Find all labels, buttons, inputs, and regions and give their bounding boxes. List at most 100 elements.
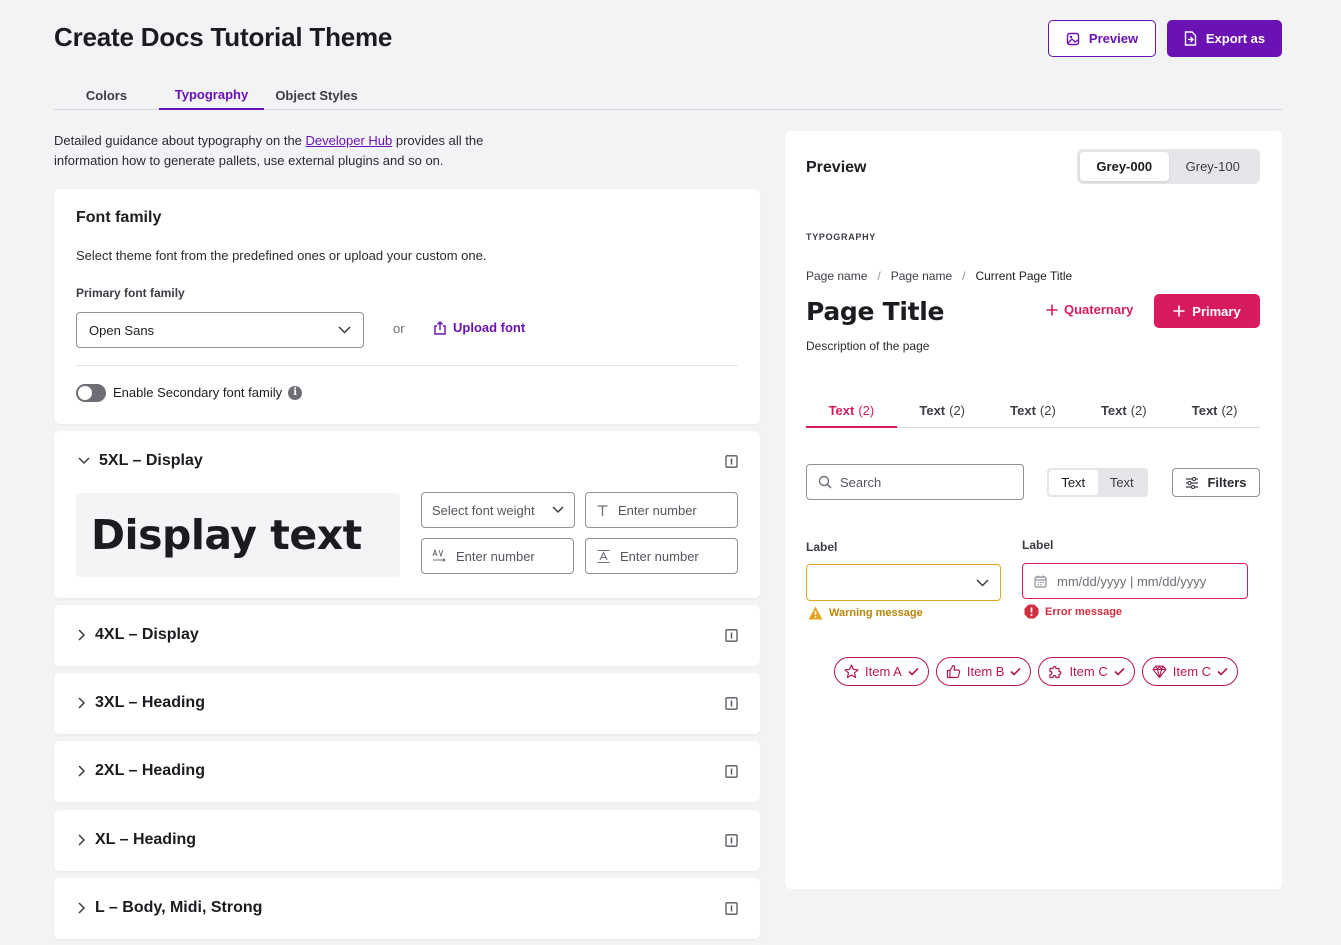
chevron-right-icon (78, 697, 86, 709)
font-size-input[interactable]: Enter number (585, 492, 738, 528)
tab-colors[interactable]: Colors (74, 80, 139, 110)
breadcrumb-item[interactable]: Page name (806, 269, 867, 283)
field-label: Label (806, 540, 838, 554)
section-title: 3XL – Heading (95, 694, 205, 711)
primary-font-select[interactable]: Open Sans (76, 312, 364, 348)
letter-spacing-icon (432, 548, 446, 562)
book-icon[interactable] (725, 455, 738, 468)
calendar-icon (1034, 575, 1047, 588)
chevron-right-icon (78, 902, 86, 914)
thumbs-up-icon (946, 664, 961, 679)
book-icon[interactable] (725, 834, 738, 847)
section-3xl-heading: 3XL – Heading (54, 673, 760, 734)
preview-text-toggle: Text Text (1047, 468, 1148, 497)
section-3xl-header[interactable]: 3XL – Heading (78, 694, 205, 712)
tab-typography[interactable]: Typography (159, 80, 264, 110)
error-message: Error message (1024, 604, 1122, 619)
section-title: 2XL – Heading (95, 762, 205, 779)
intro-text: Detailed guidance about typography on th… (54, 133, 484, 168)
line-height-input[interactable]: Enter number (585, 538, 738, 574)
letter-spacing-input[interactable]: Enter number (421, 538, 574, 574)
date-range-input[interactable]: mm/dd/yyyy | mm/dd/yyyy (1022, 563, 1248, 599)
preview-tab[interactable]: Text (2) (1078, 394, 1169, 427)
toggle-option[interactable]: Text (1049, 470, 1098, 495)
preview-button[interactable]: Preview (1048, 20, 1156, 57)
font-family-card: Font family Select theme font from the p… (54, 189, 760, 424)
book-icon[interactable] (725, 765, 738, 778)
section-5xl-display: 5XL – Display Display text Select font w… (54, 431, 760, 598)
background-switch: Grey-000 Grey-100 (1077, 149, 1260, 184)
secondary-font-toggle[interactable] (76, 384, 106, 402)
section-xl-header[interactable]: XL – Heading (78, 831, 196, 849)
display-sample-text: Display text (91, 511, 362, 559)
export-button-label: Export as (1205, 31, 1266, 46)
text-size-icon (597, 504, 608, 516)
section-4xl-header[interactable]: 4XL – Display (78, 626, 199, 644)
section-xl-heading: XL – Heading (54, 810, 760, 871)
breadcrumb-item[interactable]: Page name (891, 269, 952, 283)
divider (76, 365, 738, 366)
breadcrumb: Page name / Page name / Current Page Tit… (806, 269, 1072, 283)
error-icon (1024, 604, 1039, 619)
section-l-body: L – Body, Midi, Strong (54, 878, 760, 939)
chip[interactable]: Item C (1141, 657, 1239, 686)
puzzle-icon (1049, 666, 1062, 679)
chip[interactable]: Item A (834, 657, 929, 686)
chip[interactable]: Item C (1038, 657, 1135, 686)
developer-hub-link[interactable]: Developer Hub (306, 133, 393, 148)
font-family-title: Font family (76, 209, 162, 226)
warning-icon (808, 606, 823, 620)
bg-option-grey-100[interactable]: Grey-100 (1169, 152, 1258, 181)
book-icon[interactable] (725, 697, 738, 710)
toggle-option[interactable]: Text (1098, 470, 1147, 495)
font-weight-select[interactable]: Select font weight (421, 492, 575, 528)
section-l-header[interactable]: L – Body, Midi, Strong (78, 899, 262, 917)
export-button[interactable]: Export as (1167, 20, 1282, 57)
chevron-down-icon (78, 457, 90, 465)
chevron-down-icon (552, 506, 564, 514)
preview-search-input[interactable]: Search (806, 464, 1024, 500)
primary-font-label: Primary font family (76, 286, 185, 300)
upload-icon (434, 320, 446, 335)
warning-select[interactable] (806, 564, 1001, 601)
filters-button[interactable]: Filters (1172, 468, 1260, 497)
check-icon (908, 667, 919, 676)
tab-object-styles[interactable]: Object Styles (272, 80, 361, 110)
chip[interactable]: Item B (935, 657, 1032, 686)
section-title: L – Body, Midi, Strong (95, 899, 263, 916)
field-label: Label (1022, 538, 1054, 552)
preview-tabs: Text (2) Text (2) Text (2) Text (2) Text (2) (806, 394, 1260, 428)
star-icon (844, 664, 859, 679)
chevron-right-icon (78, 629, 86, 641)
chevron-right-icon (78, 834, 86, 846)
book-icon[interactable] (725, 629, 738, 642)
info-icon[interactable]: i (288, 385, 303, 400)
typography-label: TYPOGRAPHY (806, 232, 877, 242)
plus-icon (1046, 304, 1058, 315)
section-title: 4XL – Display (95, 626, 199, 643)
preview-tab[interactable]: Text (2) (897, 394, 988, 427)
preview-button-label: Preview (1088, 31, 1139, 46)
section-title: XL – Heading (95, 831, 197, 848)
check-icon (1114, 667, 1125, 676)
preview-tab[interactable]: Text (2) (1169, 394, 1260, 427)
section-5xl-header[interactable]: 5XL – Display (78, 452, 203, 470)
sliders-icon (1186, 476, 1199, 489)
preview-tab[interactable]: Text (2) (988, 394, 1079, 427)
chip-group: Item A Item B Item C Item C (834, 657, 1239, 686)
book-icon[interactable] (725, 902, 738, 915)
section-4xl-display: 4XL – Display (54, 605, 760, 666)
bg-option-grey-000[interactable]: Grey-000 (1080, 152, 1169, 181)
primary-button[interactable]: Primary (1154, 294, 1260, 328)
section-2xl-header[interactable]: 2XL – Heading (78, 762, 205, 780)
or-text: or (393, 321, 405, 336)
warning-message: Warning message (808, 606, 923, 620)
breadcrumb-current: Current Page Title (975, 269, 1073, 283)
upload-font-button[interactable]: Upload font (433, 320, 525, 335)
preview-tab[interactable]: Text (2) (806, 394, 897, 428)
page-title: Create Docs Tutorial Theme (54, 22, 393, 52)
search-icon (818, 475, 832, 489)
file-export-icon (1184, 31, 1197, 46)
preview-page-description: Description of the page (806, 339, 930, 353)
quaternary-button[interactable]: Quaternary (1046, 302, 1133, 317)
